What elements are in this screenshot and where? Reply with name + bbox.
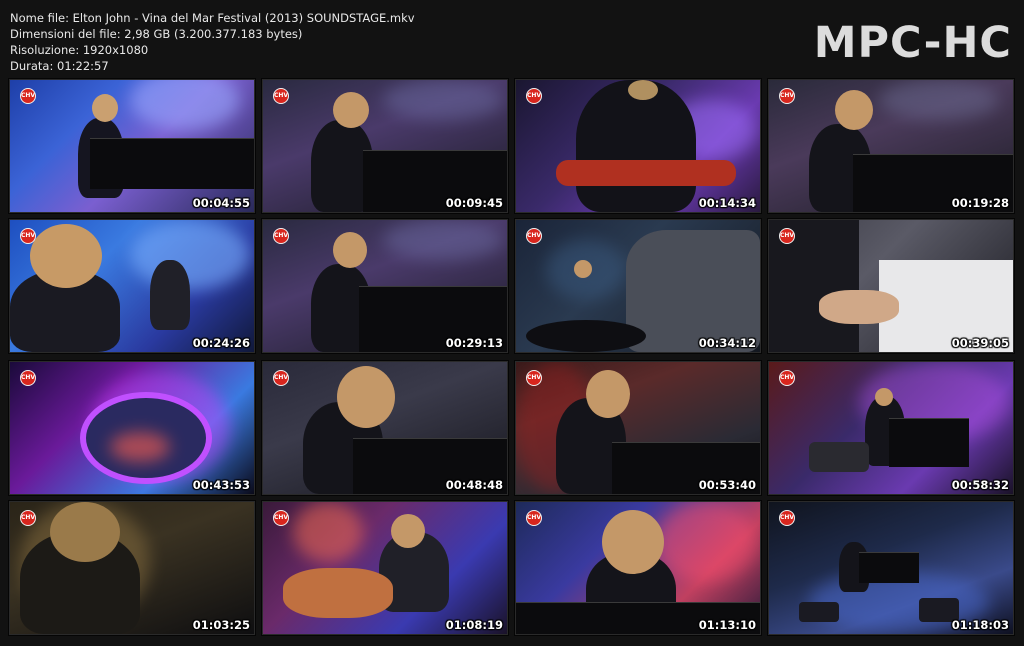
channel-logo-icon: CHV [526, 88, 542, 104]
thumbnail-timestamp: 00:14:34 [698, 196, 756, 210]
thumbnail-timestamp: 00:24:26 [192, 336, 250, 350]
channel-logo-icon: CHV [526, 510, 542, 526]
channel-logo-icon: CHV [20, 88, 36, 104]
thumbnail-timestamp: 01:13:10 [698, 618, 756, 632]
thumbnail-frame[interactable]: CHV 00:48:48 [262, 361, 508, 495]
thumbnail-frame[interactable]: CHV 00:34:12 [515, 219, 761, 353]
duration-text: Durata: 01:22:57 [10, 59, 109, 73]
thumbnail-grid: CHV 00:04:55 CHV 00:09:45 CHV 00:14:34 C… [9, 79, 1016, 639]
file-size-text: Dimensioni del file: 2,98 GB (3.200.377.… [10, 27, 303, 41]
thumbnail-frame[interactable]: CHV 01:03:25 [9, 501, 255, 635]
thumbnail-frame[interactable]: CHV 00:04:55 [9, 79, 255, 213]
channel-logo-icon: CHV [20, 228, 36, 244]
thumbnail-frame[interactable]: CHV 01:13:10 [515, 501, 761, 635]
channel-logo-icon: CHV [273, 228, 289, 244]
app-logo: MPC-HC [813, 18, 1012, 68]
file-name-text: Nome file: Elton John - Vina del Mar Fes… [10, 11, 415, 25]
thumbnail-timestamp: 00:53:40 [698, 478, 756, 492]
thumbnail-frame[interactable]: CHV 00:53:40 [515, 361, 761, 495]
channel-logo-icon: CHV [526, 370, 542, 386]
thumbnail-frame[interactable]: CHV 00:19:28 [768, 79, 1014, 213]
thumbnail-timestamp: 00:58:32 [951, 478, 1009, 492]
channel-logo-icon: CHV [273, 370, 289, 386]
channel-logo-icon: CHV [273, 510, 289, 526]
thumbnail-timestamp: 01:03:25 [192, 618, 250, 632]
channel-logo-icon: CHV [20, 370, 36, 386]
thumbnail-timestamp: 01:08:19 [445, 618, 503, 632]
thumbnail-frame[interactable]: CHV 00:58:32 [768, 361, 1014, 495]
channel-logo-icon: CHV [779, 228, 795, 244]
channel-logo-icon: CHV [779, 370, 795, 386]
thumbnail-timestamp: 00:39:05 [951, 336, 1009, 350]
thumbnail-frame[interactable]: CHV 01:18:03 [768, 501, 1014, 635]
thumbnail-frame[interactable]: CHV 00:29:13 [262, 219, 508, 353]
channel-logo-icon: CHV [779, 510, 795, 526]
thumbnail-timestamp: 00:29:13 [445, 336, 503, 350]
thumbnail-frame[interactable]: CHV 00:24:26 [9, 219, 255, 353]
thumbnail-timestamp: 00:04:55 [192, 196, 250, 210]
thumbnail-timestamp: 00:43:53 [192, 478, 250, 492]
thumbnail-timestamp: 00:09:45 [445, 196, 503, 210]
thumbnail-frame[interactable]: CHV 00:39:05 [768, 219, 1014, 353]
channel-logo-icon: CHV [779, 88, 795, 104]
file-info-panel: Nome file: Elton John - Vina del Mar Fes… [10, 10, 415, 74]
channel-logo-icon: CHV [20, 510, 36, 526]
resolution-text: Risoluzione: 1920x1080 [10, 43, 149, 57]
thumbnail-frame[interactable]: CHV 00:43:53 [9, 361, 255, 495]
channel-logo-icon: CHV [273, 88, 289, 104]
thumbnail-timestamp: 00:34:12 [698, 336, 756, 350]
channel-logo-icon: CHV [526, 228, 542, 244]
thumbnail-timestamp: 00:19:28 [951, 196, 1009, 210]
thumbnail-timestamp: 01:18:03 [951, 618, 1009, 632]
thumbnail-timestamp: 00:48:48 [445, 478, 503, 492]
thumbnail-frame[interactable]: CHV 01:08:19 [262, 501, 508, 635]
thumbnail-frame[interactable]: CHV 00:09:45 [262, 79, 508, 213]
thumbnail-frame[interactable]: CHV 00:14:34 [515, 79, 761, 213]
